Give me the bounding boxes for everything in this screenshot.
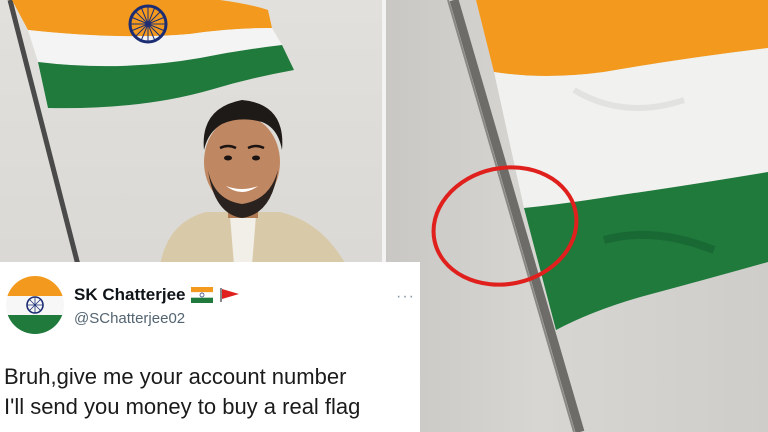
right-photo [384,0,768,432]
indian-flag-left [12,0,294,109]
red-pennant-icon [220,288,240,302]
tweet-card: SK Chatterjee @SChatterjee02 ··· Bruh,gi… [0,262,420,432]
more-options-icon[interactable]: ··· [396,288,415,306]
tweet-name-row: SK Chatterjee [74,284,241,306]
avatar[interactable] [6,276,64,334]
tweet-text: Bruh,give me your account number I'll se… [4,362,416,422]
tweet-line-2: I'll send you money to buy a real flag [4,394,361,419]
display-name[interactable]: SK Chatterjee [74,285,185,305]
india-flag-icon [191,287,214,303]
right-photo-scene [431,0,768,432]
india-flag-avatar-icon [6,276,64,334]
user-handle[interactable]: @SChatterjee02 [74,310,185,327]
tweet-line-1: Bruh,give me your account number [4,364,347,389]
man-portrait [160,100,346,265]
